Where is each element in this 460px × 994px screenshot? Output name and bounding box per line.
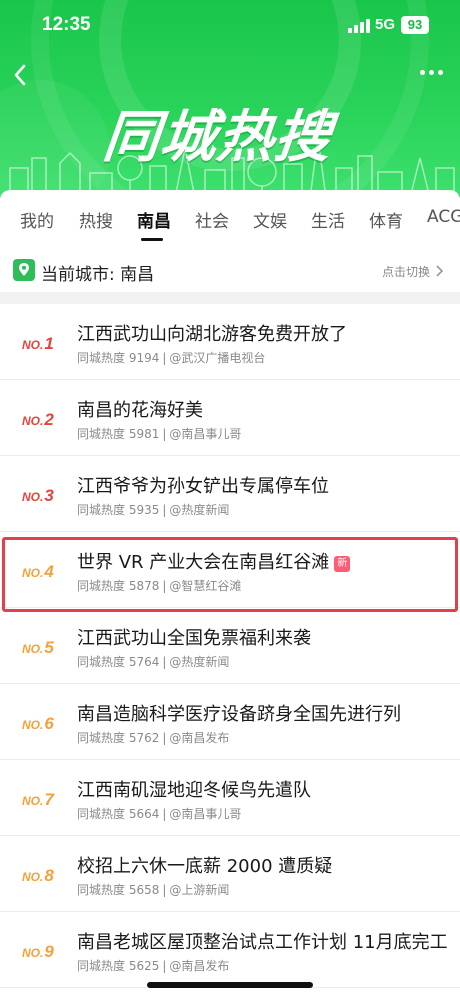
item-title: 江西爷爷为孙女铲出专属停车位 (77, 476, 329, 497)
item-source: @南昌事儿哥 (169, 427, 242, 441)
signal-icon (348, 19, 370, 33)
list-item[interactable]: NO.9 南昌老城区屋顶整治试点工作计划 11月底完工 同城热度 5625 | @南… (0, 912, 460, 988)
item-meta: 同城热度 9194 | @武汉广播电视台 (77, 351, 266, 365)
item-title: 南昌造脑科学医疗设备跻身全国先进行列 (77, 704, 401, 725)
item-source: @南昌发布 (169, 731, 230, 745)
rank-label: NO.2 (22, 410, 54, 429)
more-options-icon[interactable] (418, 68, 446, 78)
battery-icon: 93 (401, 16, 429, 34)
current-city-row: 当前城市: 南昌 点击切换 (0, 250, 460, 292)
list-item[interactable]: NO.5 江西武功山全国免票福利来袭 同城热度 5764 | @热度新闻 (0, 608, 460, 684)
item-title: 南昌老城区屋顶整治试点工作计划 11月底完工 (77, 932, 448, 953)
home-indicator[interactable] (147, 982, 313, 988)
category-tabs: 我的 热搜 南昌 社会 文娱 生活 体育 ACG (0, 190, 460, 242)
item-source: @上游新闻 (169, 883, 230, 897)
header-banner: 12:35 5G 93 同城热搜 (0, 0, 460, 198)
rank-label: NO.6 (22, 714, 54, 733)
item-meta: 同城热度 5664 | @南昌事儿哥 (77, 807, 242, 821)
rank-label: NO.9 (22, 942, 54, 961)
heat-score: 同城热度 9194 (77, 351, 160, 365)
rank-label: NO.3 (22, 486, 54, 505)
item-meta: 同城热度 5762 | @南昌发布 (77, 731, 230, 745)
list-item[interactable]: NO.2 南昌的花海好美 同城热度 5981 | @南昌事儿哥 (0, 380, 460, 456)
item-title: 校招上六休一底薪 2000 遭质疑 (77, 856, 333, 877)
status-bar: 12:35 5G 93 (0, 0, 460, 52)
item-source: @热度新闻 (169, 655, 230, 669)
tab-nanchang[interactable]: 南昌 (137, 207, 171, 232)
heat-score: 同城热度 5664 (77, 807, 160, 821)
page-title: 同城热搜 (100, 105, 335, 170)
item-meta: 同城热度 5625 | @南昌发布 (77, 959, 230, 973)
item-source: @南昌事儿哥 (169, 807, 242, 821)
location-icon (13, 259, 35, 281)
network-type: 5G (375, 16, 396, 33)
list-item[interactable]: NO.1 江西武功山向湖北游客免费开放了 同城热度 9194 | @武汉广播电视台 (0, 304, 460, 380)
item-meta: 同城热度 5764 | @热度新闻 (77, 655, 230, 669)
item-title: 江西武功山向湖北游客免费开放了 (77, 324, 347, 345)
rank-label: NO.1 (22, 334, 54, 353)
rank-label: NO.5 (22, 638, 54, 657)
switch-city-link[interactable]: 点击切换 (382, 263, 430, 280)
tab-entertainment[interactable]: 文娱 (253, 207, 287, 232)
current-city-label: 当前城市: 南昌 (41, 265, 155, 285)
rank-label: NO.8 (22, 866, 54, 885)
heat-score: 同城热度 5658 (77, 883, 160, 897)
selection-highlight (2, 537, 458, 612)
tab-sports[interactable]: 体育 (369, 207, 403, 232)
item-title: 江西武功山全国免票福利来袭 (77, 628, 311, 649)
item-source: @南昌发布 (169, 959, 230, 973)
tab-acg[interactable]: ACG (427, 207, 460, 227)
list-item[interactable]: NO.7 江西南矶湿地迎冬候鸟先遣队 同城热度 5664 | @南昌事儿哥 (0, 760, 460, 836)
list-item[interactable]: NO.6 南昌造脑科学医疗设备跻身全国先进行列 同城热度 5762 | @南昌发布 (0, 684, 460, 760)
item-meta: 同城热度 5935 | @热度新闻 (77, 503, 230, 517)
list-item[interactable]: NO.3 江西爷爷为孙女铲出专属停车位 同城热度 5935 | @热度新闻 (0, 456, 460, 532)
heat-score: 同城热度 5625 (77, 959, 160, 973)
list-item[interactable]: NO.8 校招上六休一底薪 2000 遭质疑 同城热度 5658 | @上游新闻 (0, 836, 460, 912)
heat-score: 同城热度 5762 (77, 731, 160, 745)
chevron-right-icon[interactable] (434, 264, 444, 278)
item-title: 江西南矶湿地迎冬候鸟先遣队 (77, 780, 311, 801)
heat-score: 同城热度 5935 (77, 503, 160, 517)
back-arrow-icon[interactable] (6, 60, 36, 90)
rank-label: NO.7 (22, 790, 54, 809)
heat-score: 同城热度 5764 (77, 655, 160, 669)
tab-hot[interactable]: 热搜 (79, 207, 113, 232)
item-source: @武汉广播电视台 (169, 351, 266, 365)
tab-life[interactable]: 生活 (311, 207, 345, 232)
active-tab-indicator (141, 238, 163, 241)
item-meta: 同城热度 5658 | @上游新闻 (77, 883, 230, 897)
item-title: 南昌的花海好美 (77, 400, 203, 421)
status-time: 12:35 (42, 14, 91, 35)
tab-society[interactable]: 社会 (195, 207, 229, 232)
tab-mine[interactable]: 我的 (20, 207, 54, 232)
heat-score: 同城热度 5981 (77, 427, 160, 441)
item-source: @热度新闻 (169, 503, 230, 517)
item-meta: 同城热度 5981 | @南昌事儿哥 (77, 427, 242, 441)
section-divider (0, 292, 460, 304)
